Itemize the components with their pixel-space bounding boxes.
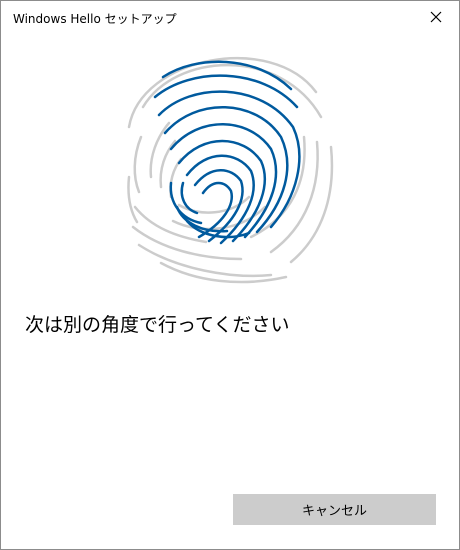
close-button[interactable] xyxy=(413,1,459,33)
instruction-text: 次は別の角度で行ってください xyxy=(25,314,290,336)
window-title: Windows Hello セットアップ xyxy=(13,12,177,26)
fingerprint-icon xyxy=(127,57,334,284)
windows-hello-setup-dialog: Windows Hello セットアップ 次は別の角度で行ってください キャンセ… xyxy=(0,0,460,550)
title-bar: Windows Hello セットアップ xyxy=(1,1,459,33)
close-icon xyxy=(430,11,442,23)
cancel-button[interactable]: キャンセル xyxy=(233,494,436,525)
